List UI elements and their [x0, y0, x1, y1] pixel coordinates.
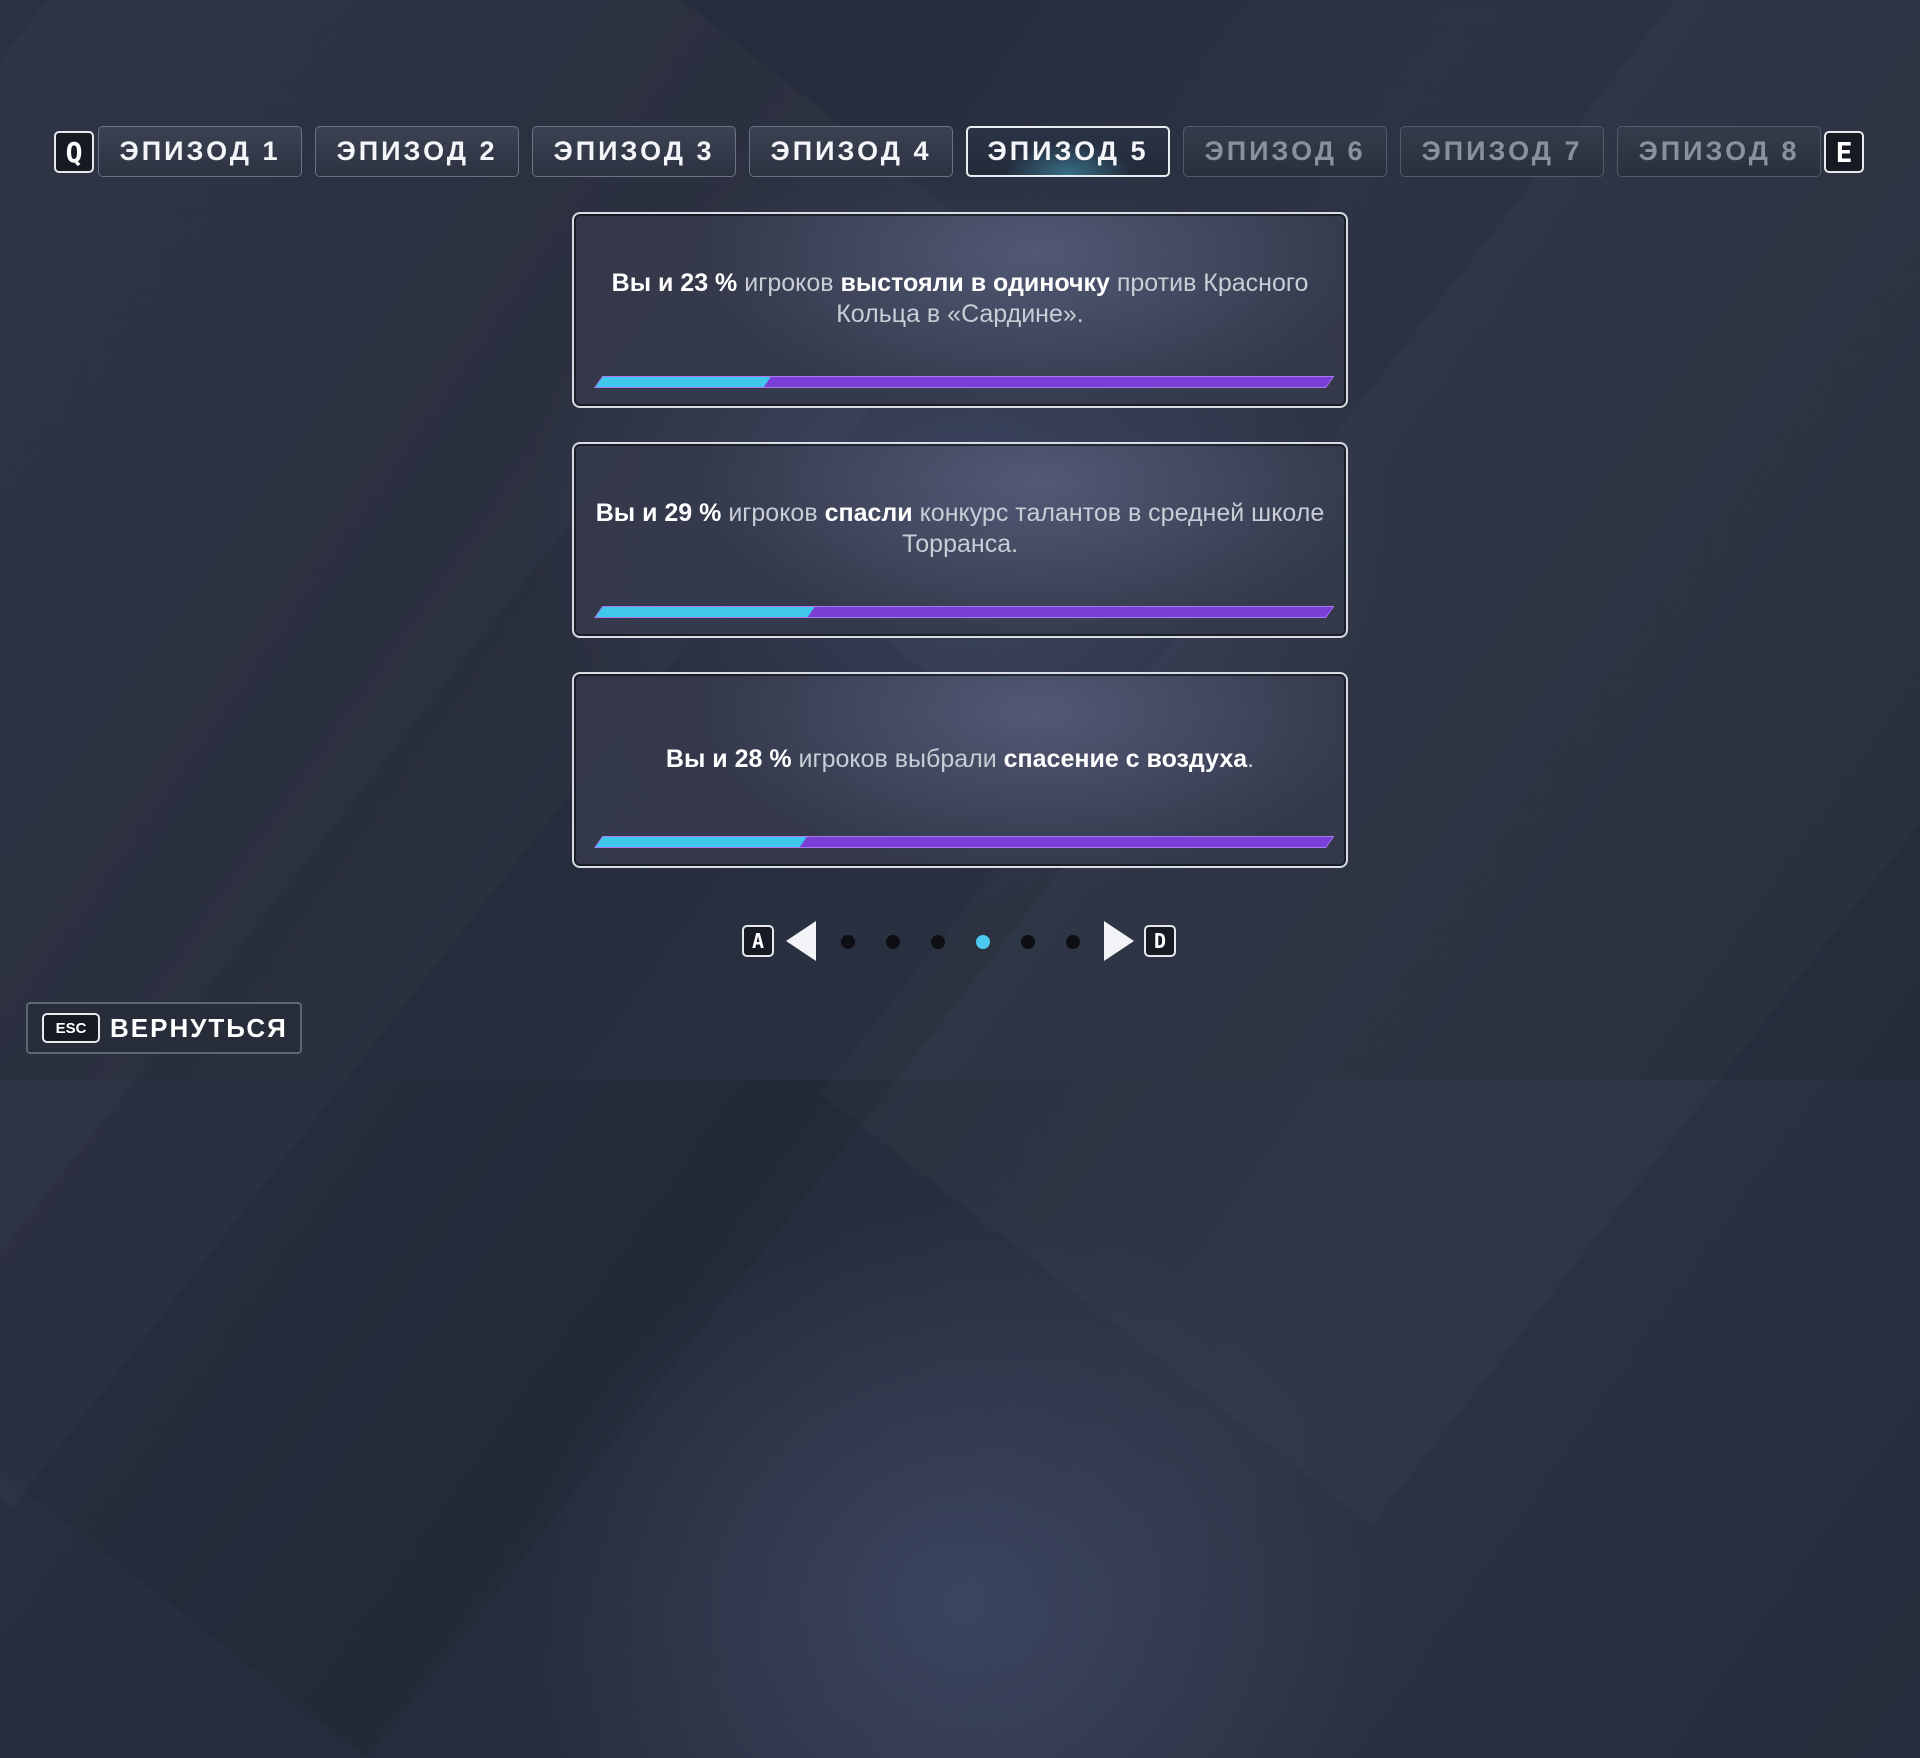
stat-card-3: Вы и 28 % игроков выбрали спасение с воз… — [572, 672, 1348, 868]
page-dot[interactable] — [886, 935, 900, 949]
tab-episode-4[interactable]: ЭПИЗОД 4 — [749, 126, 953, 177]
tab-episode-3[interactable]: ЭПИЗОД 3 — [532, 126, 736, 177]
stat-text: Вы и 29 % игроков спасли конкурс таланто… — [595, 499, 1325, 558]
back-button-label: ВЕРНУТЬСЯ — [110, 1012, 288, 1043]
next-page-arrow-icon[interactable] — [1104, 921, 1134, 961]
page-dot[interactable] — [1066, 935, 1080, 949]
stat-card-1: Вы и 23 % игроков выстояли в одиночку пр… — [572, 212, 1348, 408]
stat-progress-bar — [594, 606, 1335, 618]
stat-text: Вы и 28 % игроков выбрали спасение с воз… — [665, 745, 1255, 773]
tab-episode-1[interactable]: ЭПИЗОД 1 — [98, 126, 302, 177]
background-stripe — [0, 442, 1106, 1758]
tab-episode-7[interactable]: ЭПИЗОД 7 — [1400, 126, 1604, 177]
prev-page-arrow-icon[interactable] — [786, 921, 816, 961]
page-dot-active[interactable] — [976, 935, 990, 949]
key-hint-a: A — [742, 925, 774, 957]
page-dot[interactable] — [1021, 935, 1035, 949]
key-hint-d: D — [1144, 925, 1176, 957]
stat-card-2: Вы и 29 % игроков спасли конкурс таланто… — [572, 442, 1348, 638]
stat-text: Вы и 23 % игроков выстояли в одиночку пр… — [611, 269, 1309, 328]
key-hint-esc: ESC — [42, 1013, 100, 1043]
tab-episode-2[interactable]: ЭПИЗОД 2 — [315, 126, 519, 177]
page-dot[interactable] — [841, 935, 855, 949]
page-dot[interactable] — [931, 935, 945, 949]
tab-episode-5[interactable]: ЭПИЗОД 5 — [966, 126, 1170, 177]
key-hint-q: Q — [54, 131, 94, 173]
stat-progress-fill — [595, 607, 815, 617]
stat-progress-fill — [595, 837, 808, 847]
back-button[interactable]: ESC ВЕРНУТЬСЯ — [26, 1002, 302, 1054]
stat-progress-fill — [595, 377, 771, 387]
stat-progress-bar — [594, 376, 1335, 388]
tab-episode-6[interactable]: ЭПИЗОД 6 — [1183, 126, 1387, 177]
key-hint-e: E — [1824, 131, 1864, 173]
tab-episode-8[interactable]: ЭПИЗОД 8 — [1617, 126, 1821, 177]
stat-progress-bar — [594, 836, 1335, 848]
